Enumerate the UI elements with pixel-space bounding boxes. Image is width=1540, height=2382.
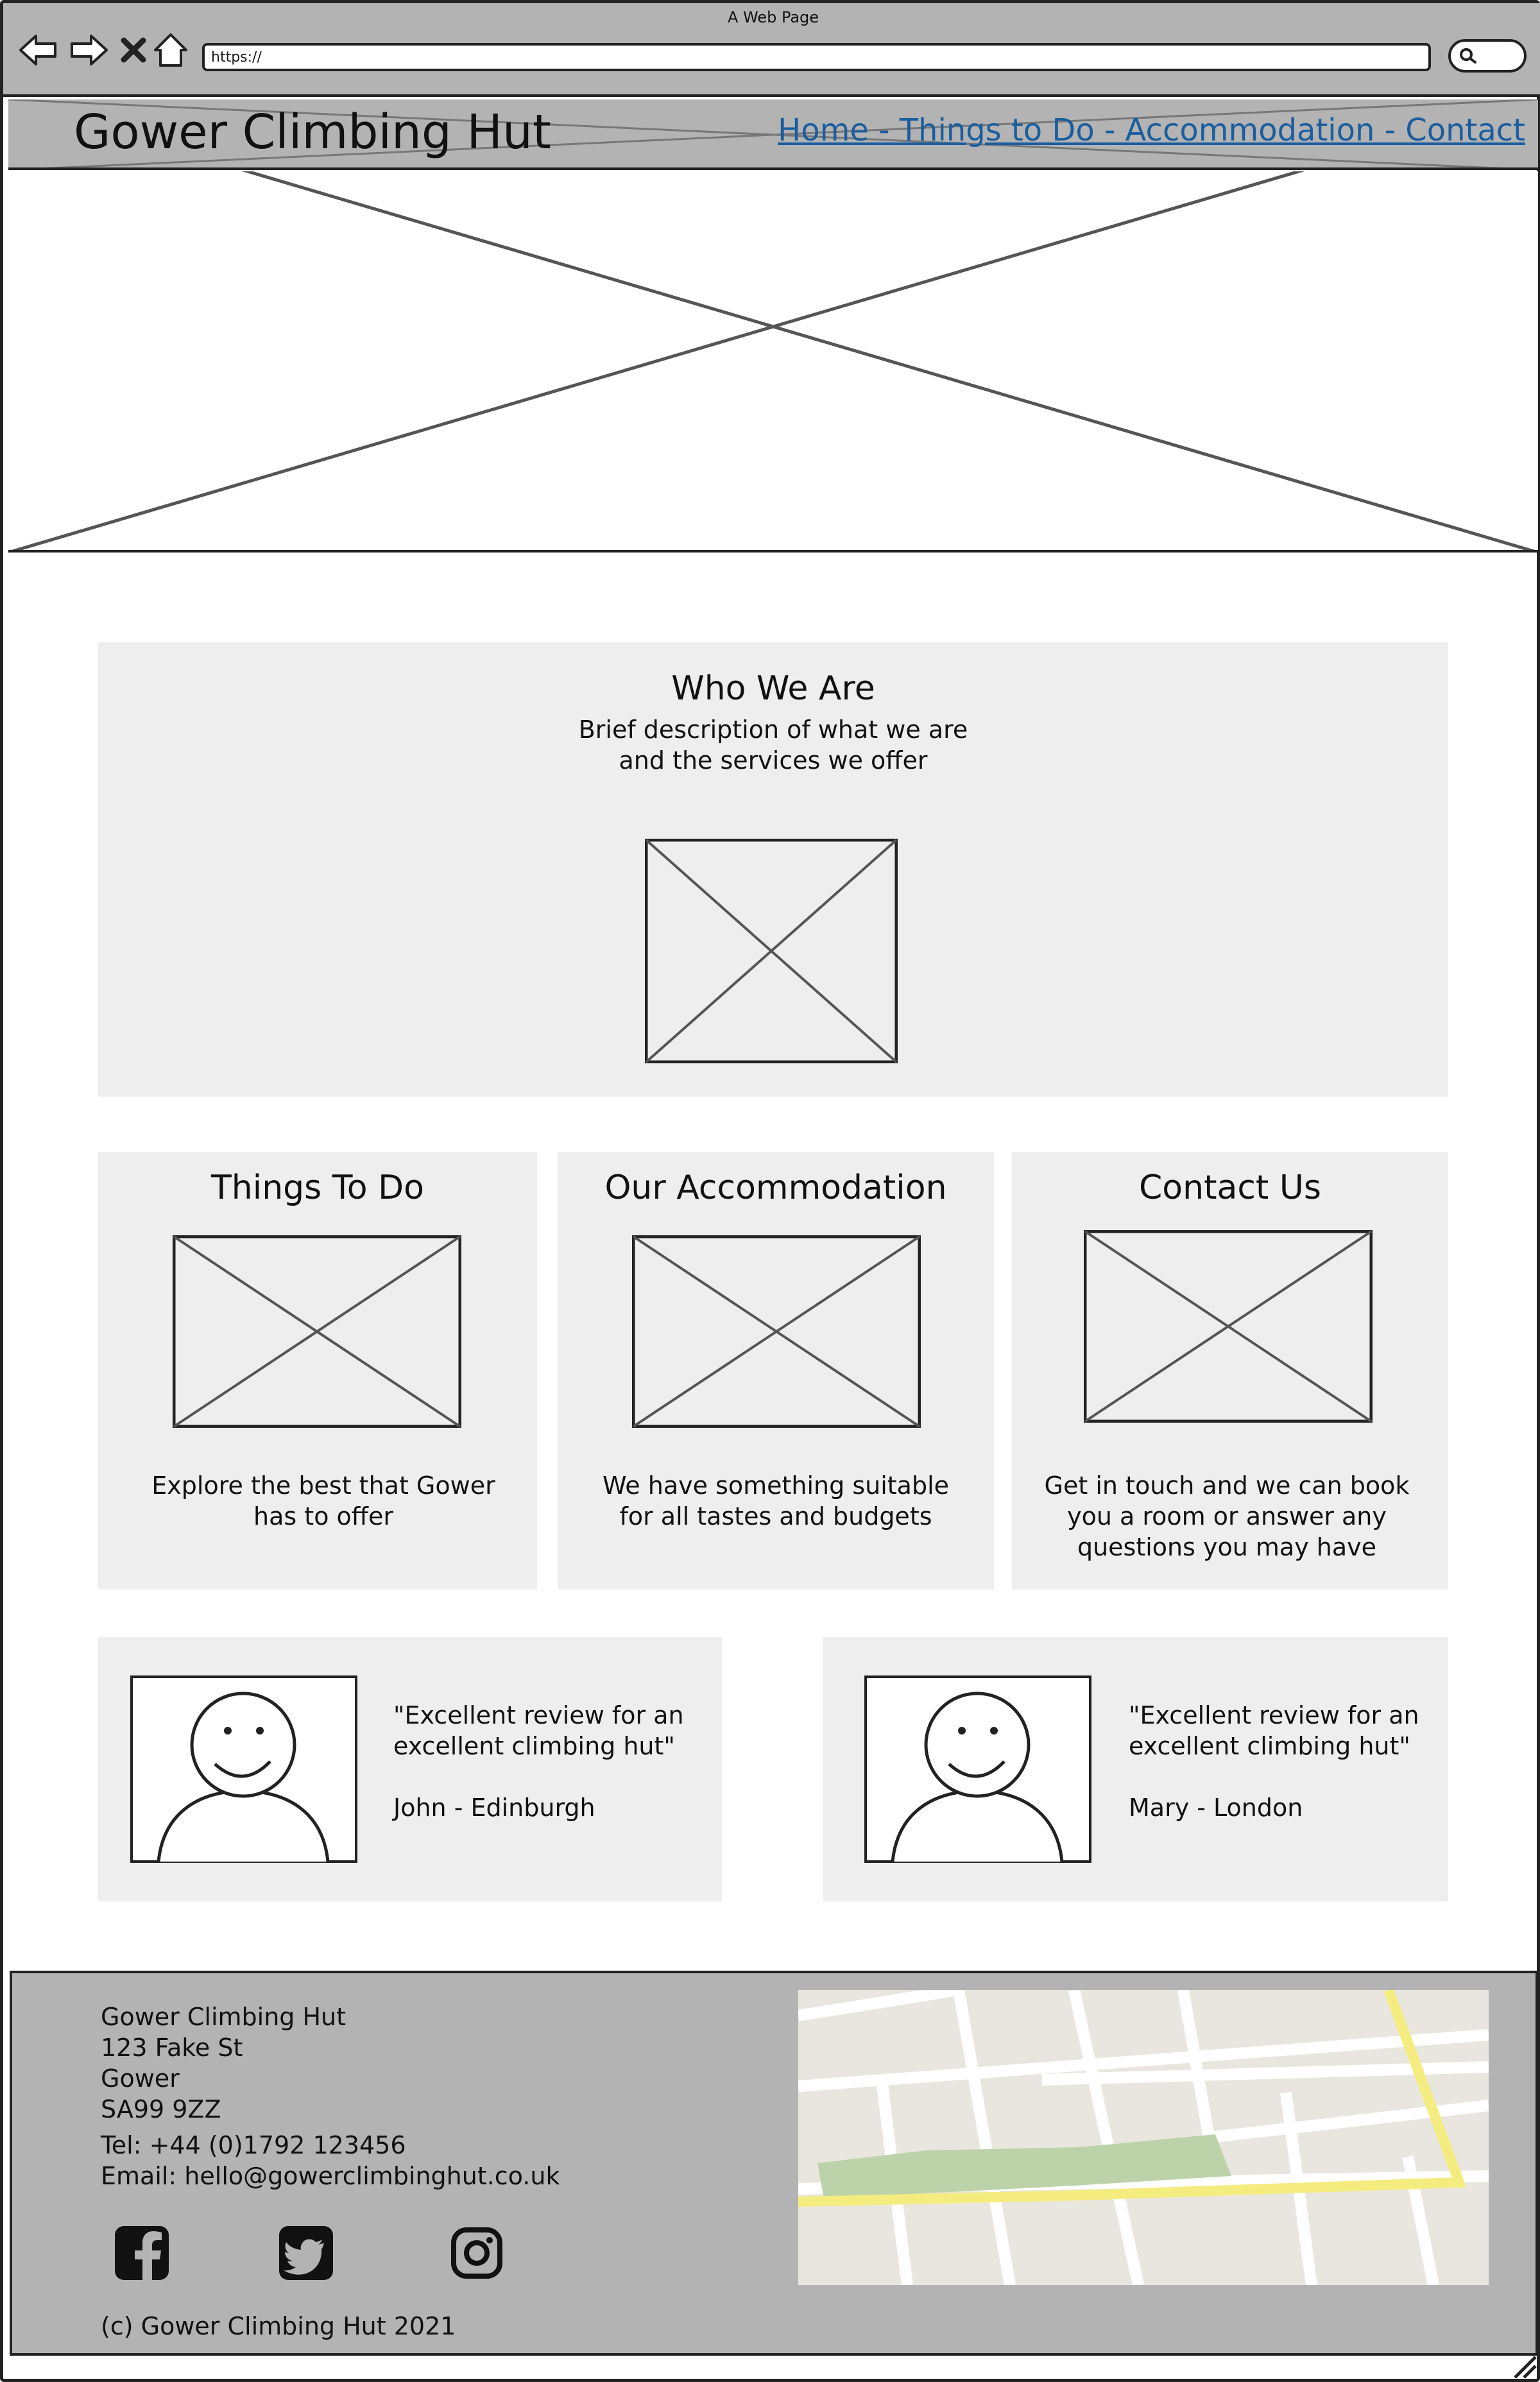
card-image-placeholder xyxy=(173,1235,461,1428)
avatar-person-icon xyxy=(130,1675,357,1863)
home-button[interactable] xyxy=(148,28,193,73)
review-card-mary: "Excellent review for an excellent climb… xyxy=(823,1637,1448,1901)
browser-toolbar: A Web Page https:// xyxy=(3,3,1540,97)
search-button[interactable] xyxy=(1448,39,1527,73)
instagram-icon[interactable] xyxy=(449,2225,505,2281)
footer-address-town: Gower xyxy=(101,2064,180,2093)
card-text-line2: has to offer xyxy=(253,1502,393,1530)
card-image-placeholder xyxy=(632,1235,921,1428)
review-author: Mary - London xyxy=(1129,1794,1303,1822)
card-text-line1: We have something suitable xyxy=(602,1471,950,1500)
site-title: Gower Climbing Hut xyxy=(74,105,551,160)
resize-grip-icon[interactable] xyxy=(1512,2354,1538,2380)
image-placeholder-icon xyxy=(11,171,1536,550)
review-quote-line1: "Excellent review for an xyxy=(1129,1701,1419,1729)
card-text-line1: Explore the best that Gower xyxy=(151,1471,495,1500)
footer-copyright: (c) Gower Climbing Hut 2021 xyxy=(101,2312,456,2340)
card-title: Things To Do xyxy=(211,1169,424,1207)
search-icon xyxy=(1460,48,1476,64)
card-things-to-do[interactable]: Things To Do Explore the best that Gower… xyxy=(98,1152,537,1589)
review-quote-line2: excellent climbing hut" xyxy=(393,1732,675,1760)
card-title: Our Accommodation xyxy=(604,1169,947,1207)
map-graphic xyxy=(798,1990,1489,2285)
review-card-john: "Excellent review for an excellent climb… xyxy=(98,1637,722,1901)
card-image-placeholder xyxy=(1084,1230,1373,1423)
card-text-line2: you a room or answer any xyxy=(1067,1502,1387,1530)
about-text-line2: and the services we offer xyxy=(619,746,928,775)
footer-address-street: 123 Fake St xyxy=(101,2034,243,2062)
review-quote-line2: excellent climbing hut" xyxy=(1129,1732,1410,1760)
back-arrow-icon xyxy=(19,35,56,65)
about-section: Who We Are Brief description of what we … xyxy=(98,642,1448,1097)
hero-image-placeholder xyxy=(8,171,1538,553)
facebook-icon[interactable] xyxy=(114,2225,170,2281)
twitter-icon[interactable] xyxy=(278,2225,334,2281)
browser-window: A Web Page https:// Gower Climbing Hut H… xyxy=(0,0,1540,2382)
card-title: Contact Us xyxy=(1139,1169,1321,1207)
footer-address-postcode: SA99 9ZZ xyxy=(101,2095,221,2123)
site-footer: Gower Climbing Hut 123 Fake St Gower SA9… xyxy=(10,1971,1538,2356)
back-button[interactable] xyxy=(16,28,61,73)
footer-address-name: Gower Climbing Hut xyxy=(101,2003,346,2031)
forward-button[interactable] xyxy=(66,28,111,73)
card-accommodation[interactable]: Our Accommodation We have something suit… xyxy=(558,1152,994,1589)
address-bar[interactable]: https:// xyxy=(202,43,1431,71)
window-title: A Web Page xyxy=(727,8,819,26)
about-image-placeholder xyxy=(645,839,898,1063)
home-icon xyxy=(154,33,187,67)
forward-arrow-icon xyxy=(71,35,108,65)
card-text-line1: Get in touch and we can book xyxy=(1044,1471,1410,1500)
review-quote-line1: "Excellent review for an xyxy=(393,1701,684,1729)
about-text-line1: Brief description of what we are xyxy=(578,715,968,744)
card-text-line3: questions you may have xyxy=(1077,1533,1377,1561)
location-map[interactable] xyxy=(798,1990,1489,2285)
site-header: Gower Climbing Hut Home - Things to Do -… xyxy=(8,99,1538,170)
card-contact[interactable]: Contact Us Get in touch and we can book … xyxy=(1012,1152,1448,1589)
avatar-person-icon xyxy=(864,1675,1091,1863)
main-nav-links[interactable]: Home - Things to Do - Accommodation - Co… xyxy=(778,112,1525,148)
review-author: John - Edinburgh xyxy=(393,1794,595,1822)
about-title: Who We Are xyxy=(671,669,875,708)
footer-telephone[interactable]: Tel: +44 (0)1792 123456 xyxy=(101,2130,406,2161)
card-text-line2: for all tastes and budgets xyxy=(619,1502,932,1530)
footer-email[interactable]: Email: hello@gowerclimbinghut.co.uk xyxy=(101,2161,560,2191)
close-x-icon xyxy=(121,37,146,63)
